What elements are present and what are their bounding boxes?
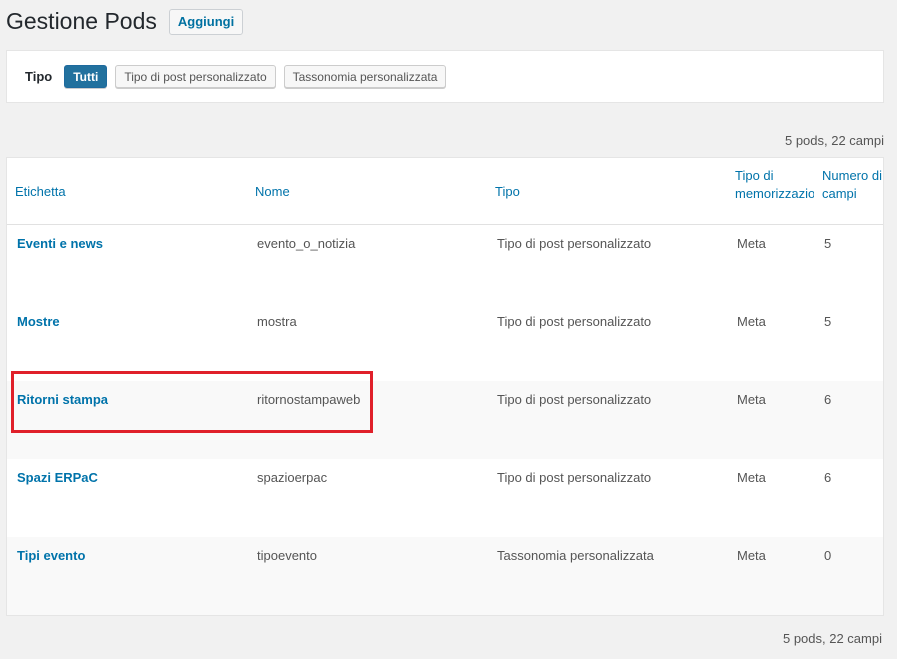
row-fields: 0 xyxy=(824,548,832,563)
table-row: Eventi e news evento_o_notizia Tipo di p… xyxy=(7,225,883,303)
row-label-link[interactable]: Tipi evento xyxy=(17,548,85,563)
column-header-label[interactable]: Etichetta xyxy=(15,183,66,201)
row-storage: Meta xyxy=(737,236,766,251)
row-storage: Meta xyxy=(737,314,766,329)
filter-custom-taxonomy-button[interactable]: Tassonomia personalizzata xyxy=(283,65,447,88)
pods-count-bottom: 5 pods, 22 campi xyxy=(782,631,882,646)
column-header-type[interactable]: Tipo xyxy=(495,183,520,201)
row-type: Tipo di post personalizzato xyxy=(497,314,652,329)
column-header-storage[interactable]: Tipo di memorizzazione xyxy=(735,167,814,203)
table-header: Etichetta Nome Tipo Tipo di memorizzazio… xyxy=(7,158,883,225)
column-header-fields[interactable]: Numero di campi xyxy=(822,167,882,203)
row-label-link[interactable]: Eventi e news xyxy=(17,236,103,251)
pods-count-top: 5 pods, 22 campi xyxy=(784,133,884,148)
row-storage: Meta xyxy=(737,470,766,485)
page-header: Gestione Pods Aggiungi xyxy=(6,8,244,35)
row-label-link[interactable]: Mostre xyxy=(17,314,60,329)
type-filter-bar: Tipo Tutti Tipo di post personalizzato T… xyxy=(6,50,884,103)
table-row: Tipi evento tipoevento Tassonomia person… xyxy=(7,537,883,615)
row-name: tipoevento xyxy=(257,548,317,563)
highlight-box xyxy=(11,371,373,433)
row-type: Tipo di post personalizzato xyxy=(497,236,652,251)
row-storage: Meta xyxy=(737,548,766,563)
row-type: Tipo di post personalizzato xyxy=(497,470,652,485)
filter-label: Tipo xyxy=(25,69,53,84)
row-name: spazioerpac xyxy=(257,470,328,485)
page-title: Gestione Pods xyxy=(6,8,157,34)
filter-all-button[interactable]: Tutti xyxy=(64,65,108,88)
row-fields: 6 xyxy=(824,470,832,485)
row-type: Tipo di post personalizzato xyxy=(497,392,652,407)
filter-custom-post-type-button[interactable]: Tipo di post personalizzato xyxy=(115,65,276,88)
row-fields: 5 xyxy=(824,236,832,251)
table-row: Mostre mostra Tipo di post personalizzat… xyxy=(7,303,883,381)
row-name: mostra xyxy=(257,314,297,329)
table-row: Spazi ERPaC spazioerpac Tipo di post per… xyxy=(7,459,883,537)
add-pod-button[interactable]: Aggiungi xyxy=(168,8,244,35)
row-storage: Meta xyxy=(737,392,766,407)
row-label-link[interactable]: Spazi ERPaC xyxy=(17,470,98,485)
row-name: evento_o_notizia xyxy=(257,236,356,251)
row-fields: 5 xyxy=(824,314,832,329)
row-fields: 6 xyxy=(824,392,832,407)
row-type: Tassonomia personalizzata xyxy=(497,548,654,563)
column-header-name[interactable]: Nome xyxy=(255,183,290,201)
